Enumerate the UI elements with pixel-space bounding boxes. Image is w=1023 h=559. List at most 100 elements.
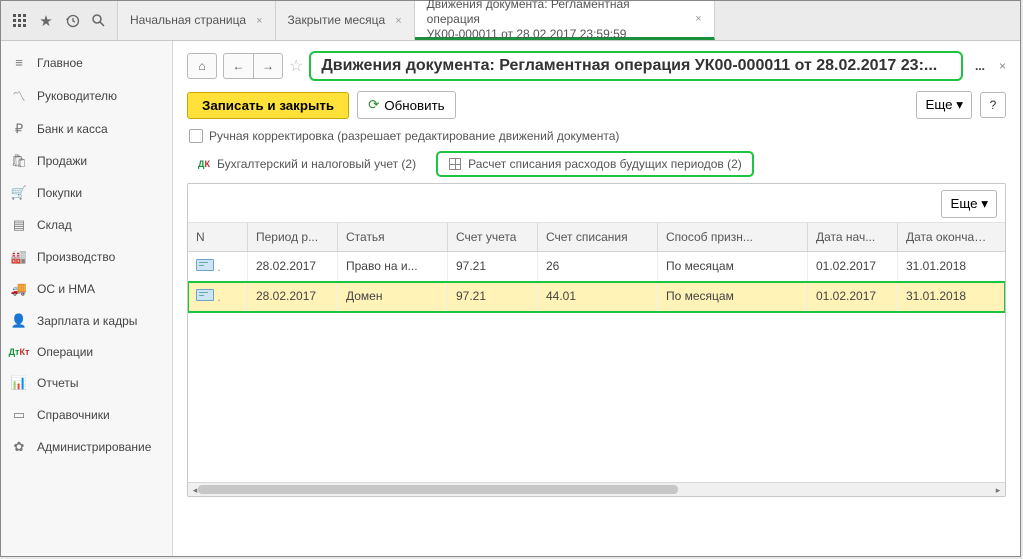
main-panel: ⌂ ← → ☆ Движения документа: Регламентная… [173,41,1020,556]
col-date-begin[interactable]: Дата нач... [808,223,898,251]
col-date-end[interactable]: Дата окончания [898,223,998,251]
sidebar-item-manager[interactable]: 〽 Руководителю [1,78,172,113]
grid-icon [448,157,462,171]
boxes-icon: ▤ [11,217,27,233]
col-account[interactable]: Счет учета [448,223,538,251]
col-writeoff[interactable]: Счет списания [538,223,658,251]
col-article[interactable]: Статья [338,223,448,251]
cell-method: По месяцам [658,252,808,281]
col-period[interactable]: Период р... [248,223,338,251]
close-icon[interactable]: × [999,59,1006,73]
sidebar: ≡ Главное 〽 Руководителю ₽Банк и касса 🛍 Пр… [1,41,173,556]
close-icon[interactable]: × [695,13,701,25]
col-method[interactable]: Способ призн... [658,223,808,251]
sidebar-item-reports[interactable]: 📊Отчеты [1,367,172,399]
cell-account: 97.21 [448,252,538,281]
home-button[interactable]: ⌂ [187,53,217,79]
tab-label: Закрытие месяца [288,13,386,28]
bag-icon: 🛍 [11,153,27,169]
title-text: Движения документа: Регламентная операци… [321,57,937,75]
sidebar-item-label: Главное [37,56,83,70]
sidebar-item-bank[interactable]: ₽Банк и касса [1,113,172,145]
scroll-thumb[interactable] [198,485,678,494]
manual-edit-checkbox[interactable] [189,129,203,143]
star-icon[interactable]: ★ [33,8,59,34]
search-icon[interactable] [85,8,111,34]
cart-icon: 🛒 [11,185,27,201]
subtab-accounting[interactable]: ДК Бухгалтерский и налоговый учет (2) [187,153,426,175]
apps-icon[interactable] [7,8,33,34]
cell-date-end: 31.01.2018 [898,282,998,311]
tab-label: Начальная страница [130,13,246,28]
sidebar-item-sales[interactable]: 🛍 Продажи [1,145,172,177]
cell-date-end: 31.01.2018 [898,252,998,281]
row-icon [196,259,214,271]
sidebar-item-salary[interactable]: 👤Зарплата и кадры [1,305,172,337]
cell-writeoff: 26 [538,252,658,281]
page-title: Движения документа: Регламентная операци… [309,51,963,81]
chart-icon: 〽 [11,86,27,105]
top-toolbar: ★ Начальная страница × Закрытие месяца ×… [1,1,1020,41]
row-icon [196,289,214,301]
folder-icon: ▭ [11,407,27,423]
cell-period: 28.02.2017 [248,252,338,281]
forward-button[interactable]: → [253,53,283,79]
cell-n: . [188,252,248,281]
table-row[interactable]: . 28.02.2017 Домен 97.21 44.01 По месяца… [188,282,1005,312]
cell-account: 97.21 [448,282,538,311]
sidebar-item-label: Администрирование [37,440,151,454]
tab-closing[interactable]: Закрытие месяца × [276,1,415,40]
sidebar-item-operations[interactable]: ДтКт Операции [1,337,172,367]
sidebar-item-label: Производство [37,250,115,264]
refresh-icon: ⟳ [368,97,379,113]
sidebar-item-assets[interactable]: 🚚ОС и НМА [1,273,172,305]
history-icon[interactable] [59,8,85,34]
help-button[interactable]: ? [980,92,1006,118]
sidebar-item-label: Операции [37,345,93,359]
sidebar-item-purchases[interactable]: 🛒 Покупки [1,177,172,209]
table-more-button[interactable]: Еще ▾ [941,190,997,218]
sidebar-item-catalogs[interactable]: ▭Справочники [1,399,172,431]
more-label: Еще [950,196,977,211]
cell-article: Домен [338,282,448,311]
sidebar-item-label: Отчеты [37,376,78,390]
cell-period: 28.02.2017 [248,282,338,311]
close-icon[interactable]: × [395,15,401,27]
data-table: Еще ▾ N Период р... Статья Счет учета Сч… [187,183,1006,497]
close-icon[interactable]: × [256,15,262,27]
tab-movements[interactable]: Движения документа: Регламентная операци… [415,1,715,40]
back-button[interactable]: ← [223,53,253,79]
sidebar-item-label: Склад [37,218,72,232]
dk-icon: ДтКт [11,347,27,357]
sidebar-item-warehouse[interactable]: ▤ Склад [1,209,172,241]
cell-date-begin: 01.02.2017 [808,252,898,281]
tab-home[interactable]: Начальная страница × [118,1,276,40]
more-button[interactable]: Еще ▾ [916,91,972,119]
cell-date-begin: 01.02.2017 [808,282,898,311]
sidebar-item-main[interactable]: ≡ Главное [1,47,172,78]
favorite-icon[interactable]: ☆ [289,56,303,76]
dk-icon: ДК [197,157,211,171]
title-ellipsis: ... [975,59,985,73]
factory-icon: 🏭 [11,249,27,265]
more-label: Еще [925,97,952,112]
sidebar-item-label: Покупки [37,186,82,200]
scroll-right-icon[interactable]: ▸ [991,483,1005,497]
checkbox-label: Ручная корректировка (разрешает редактир… [209,129,619,143]
col-n[interactable]: N [188,223,248,251]
subtab-future-expenses[interactable]: Расчет списания расходов будущих периодо… [436,151,754,177]
horizontal-scrollbar[interactable]: ◂ ▸ [188,482,1005,496]
sidebar-item-label: Банк и касса [37,122,108,136]
save-close-button[interactable]: Записать и закрыть [187,92,349,119]
table-row[interactable]: . 28.02.2017 Право на и... 97.21 26 По м… [188,252,1005,282]
table-header: N Период р... Статья Счет учета Счет спи… [188,222,1005,252]
cell-n: . [188,282,248,311]
menu-icon: ≡ [11,55,27,70]
sidebar-item-production[interactable]: 🏭 Производство [1,241,172,273]
sidebar-item-label: Продажи [37,154,87,168]
chevron-down-icon: ▾ [981,196,988,211]
refresh-button[interactable]: ⟳Обновить [357,91,456,119]
sidebar-item-label: Руководителю [37,89,117,103]
sidebar-item-admin[interactable]: ✿ Администрирование [1,431,172,463]
gear-icon: ✿ [11,439,27,455]
